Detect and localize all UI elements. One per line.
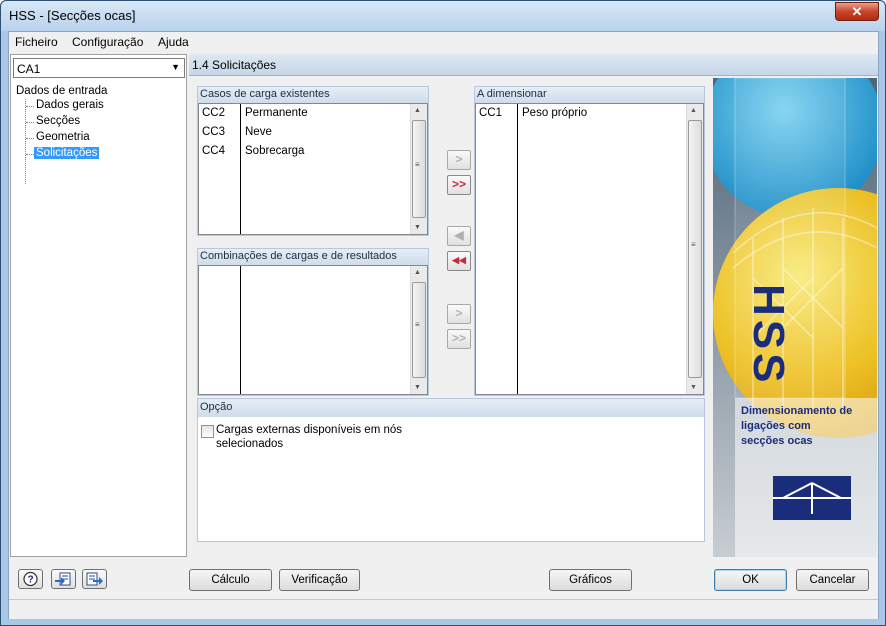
main-window: HSS - [Secções ocas] ✕ Ficheiro Configur…	[0, 0, 886, 626]
existing-cases-group: Casos de carga existentes CC2 Permanente…	[197, 86, 429, 236]
scrollbar[interactable]: ▲ ≡ ▼	[410, 266, 427, 394]
scroll-thumb[interactable]	[688, 120, 702, 378]
scroll-up-icon[interactable]: ▲	[414, 269, 421, 276]
help-icon: ?	[23, 571, 38, 587]
tree-item-general-data[interactable]: Dados gerais	[36, 99, 104, 111]
import-icon	[55, 572, 71, 586]
list-item-id[interactable]: CC1	[479, 107, 502, 119]
menu-file[interactable]: Ficheiro	[15, 35, 58, 49]
grip-icon: ≡	[415, 320, 420, 329]
logo-text: HSS	[744, 284, 793, 387]
add-all-combo-button[interactable]: >>	[447, 329, 471, 349]
main-area: 1.4 Solicitações Casos de carga existent…	[189, 54, 878, 557]
list-item-id[interactable]: CC3	[202, 126, 225, 138]
external-loads-label[interactable]: Cargas externas disponíveis em nós selec…	[216, 423, 416, 451]
column-divider	[240, 104, 241, 234]
close-button[interactable]: ✕	[835, 2, 879, 21]
cancel-button[interactable]: Cancelar	[796, 569, 869, 591]
remove-all-button[interactable]: ◀◀	[447, 251, 471, 271]
option-group: Opção Cargas externas disponíveis em nós…	[197, 398, 705, 542]
section-header: 1.4 Solicitações	[189, 54, 878, 76]
tree-connector	[26, 106, 34, 107]
existing-cases-list[interactable]: CC2 Permanente CC3 Neve CC4 Sobrecarga ▲…	[198, 103, 428, 235]
scroll-thumb[interactable]	[412, 120, 426, 218]
menu-help[interactable]: Ajuda	[158, 35, 189, 49]
option-title: Opção	[198, 399, 704, 417]
tree-item-loads[interactable]: Solicitações	[34, 147, 100, 159]
remove-one-button[interactable]: ◀	[447, 226, 471, 246]
list-item-name[interactable]: Peso próprio	[522, 107, 587, 119]
combinations-list[interactable]: ▲ ≡ ▼	[198, 265, 428, 395]
scroll-down-icon[interactable]: ▼	[414, 384, 421, 391]
case-select-value: CA1	[17, 62, 41, 76]
combinations-title: Combinações de cargas e de resultados	[198, 249, 428, 265]
scrollbar[interactable]: ▲ ≡ ▼	[686, 104, 703, 394]
svg-text:?: ?	[27, 575, 33, 586]
grip-icon: ≡	[415, 160, 420, 169]
menu-configuration[interactable]: Configuração	[72, 35, 143, 49]
calculation-button[interactable]: Cálculo	[189, 569, 272, 591]
list-item-name[interactable]: Sobrecarga	[245, 145, 304, 157]
export-button[interactable]	[82, 569, 107, 589]
scrollbar[interactable]: ▲ ≡ ▼	[410, 104, 427, 234]
combinations-group: Combinações de cargas e de resultados ▲ …	[197, 248, 429, 396]
external-loads-checkbox[interactable]	[201, 425, 214, 438]
to-design-title: A dimensionar	[475, 87, 704, 103]
section-title: 1.4 Solicitações	[192, 58, 277, 72]
tree-item-geometry[interactable]: Geometria	[36, 131, 90, 143]
status-bar	[9, 599, 878, 619]
scroll-down-icon[interactable]: ▼	[414, 224, 421, 231]
to-design-list[interactable]: CC1 Peso próprio ▲ ≡ ▼	[475, 103, 704, 395]
export-icon	[86, 572, 103, 586]
tree-connector	[26, 122, 34, 123]
title-bar: HSS - [Secções ocas] ✕	[1, 1, 885, 31]
ok-button[interactable]: OK	[714, 569, 787, 591]
tree-item-sections[interactable]: Secções	[36, 115, 80, 127]
content-panel: Casos de carga existentes CC2 Permanente…	[189, 78, 713, 557]
banner-artwork	[713, 78, 877, 557]
button-bar: ? Cálculo Verificação Gráficos OK Cancel…	[9, 559, 878, 597]
scroll-up-icon[interactable]: ▲	[414, 107, 421, 114]
list-item-id[interactable]: CC4	[202, 145, 225, 157]
verification-button[interactable]: Verificação	[279, 569, 360, 591]
help-button[interactable]: ?	[18, 569, 43, 589]
existing-cases-title: Casos de carga existentes	[198, 87, 428, 103]
list-item-name[interactable]: Permanente	[245, 107, 308, 119]
menu-bar: Ficheiro Configuração Ajuda	[9, 32, 878, 52]
tree-connector	[26, 154, 34, 155]
banner-caption: Dimensionamento de ligações com secções …	[741, 405, 853, 447]
scroll-thumb[interactable]	[412, 282, 426, 378]
add-one-combo-button[interactable]: >	[447, 304, 471, 324]
navigator-panel: CA1 ▼ Dados de entrada Dados gerais Secç…	[10, 54, 187, 557]
window-title: HSS - [Secções ocas]	[9, 8, 136, 23]
chevron-down-icon: ▼	[171, 62, 180, 72]
graphics-button[interactable]: Gráficos	[549, 569, 632, 591]
tree-root-input-data[interactable]: Dados de entrada	[16, 85, 107, 97]
list-item-id[interactable]: CC2	[202, 107, 225, 119]
list-item-name[interactable]: Neve	[245, 126, 272, 138]
import-button[interactable]	[51, 569, 76, 589]
add-all-button[interactable]: >>	[447, 175, 471, 195]
column-divider	[240, 266, 241, 394]
column-divider	[517, 104, 518, 394]
tree-connector	[25, 99, 26, 184]
tree-connector	[26, 138, 34, 139]
grip-icon: ≡	[691, 240, 696, 249]
to-design-group: A dimensionar CC1 Peso próprio ▲ ≡ ▼	[474, 86, 705, 396]
client-area: Ficheiro Configuração Ajuda CA1 ▼ Dados …	[8, 31, 879, 619]
add-one-button[interactable]: >	[447, 150, 471, 170]
product-banner: HSS Dimensionamento de ligações com secç…	[713, 78, 877, 557]
case-select[interactable]: CA1 ▼	[13, 58, 185, 78]
scroll-down-icon[interactable]: ▼	[690, 384, 697, 391]
scroll-up-icon[interactable]: ▲	[690, 107, 697, 114]
